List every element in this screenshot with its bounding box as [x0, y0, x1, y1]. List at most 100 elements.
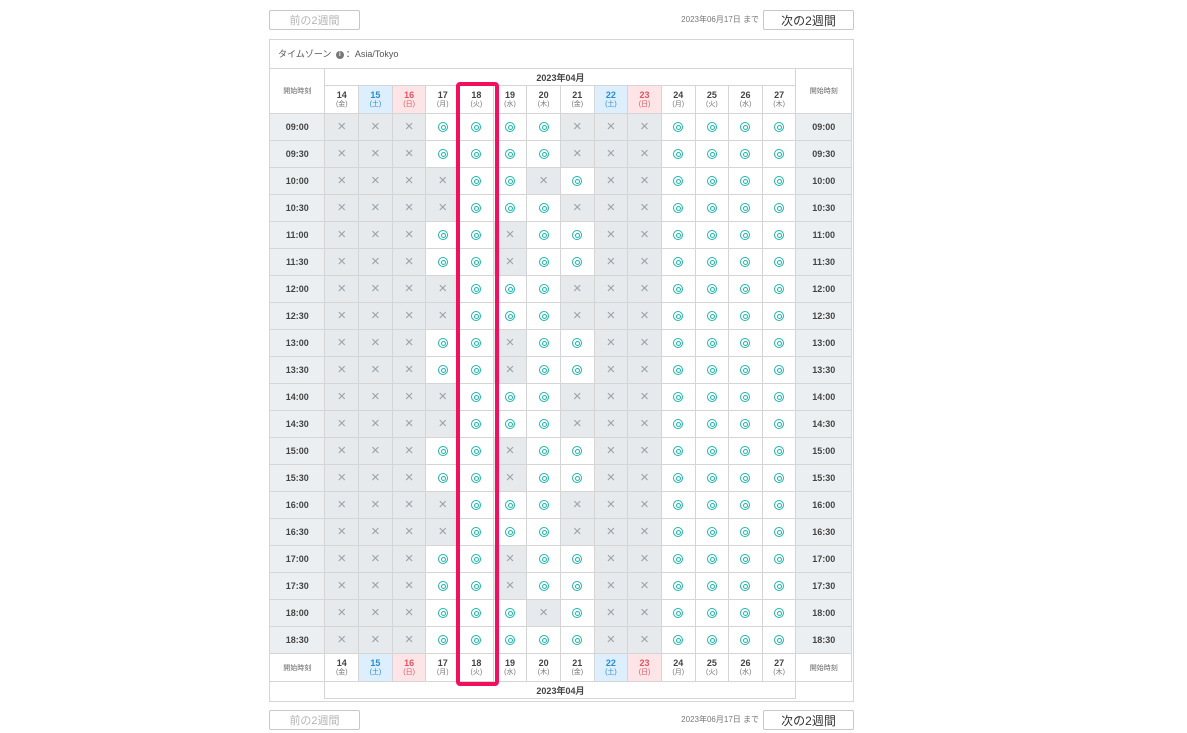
available-slot[interactable] — [526, 194, 561, 222]
available-slot[interactable] — [694, 140, 730, 168]
available-slot[interactable] — [694, 221, 730, 249]
available-slot[interactable] — [425, 140, 461, 168]
available-slot[interactable] — [728, 329, 763, 357]
available-slot[interactable] — [559, 437, 595, 465]
available-slot[interactable] — [526, 329, 561, 357]
available-slot[interactable] — [425, 599, 461, 627]
available-slot[interactable] — [694, 518, 730, 546]
available-slot[interactable] — [761, 464, 797, 492]
available-slot[interactable] — [728, 221, 763, 249]
available-slot[interactable] — [492, 518, 528, 546]
available-slot[interactable] — [728, 302, 763, 330]
available-slot[interactable] — [694, 194, 730, 222]
available-slot[interactable] — [728, 113, 763, 141]
available-slot[interactable] — [459, 302, 494, 330]
available-slot[interactable] — [492, 167, 528, 195]
available-slot[interactable] — [660, 275, 696, 303]
available-slot[interactable] — [459, 626, 494, 654]
available-slot[interactable] — [459, 437, 494, 465]
available-slot[interactable] — [526, 572, 561, 600]
available-slot[interactable] — [728, 464, 763, 492]
available-slot[interactable] — [559, 599, 595, 627]
available-slot[interactable] — [761, 437, 797, 465]
available-slot[interactable] — [526, 275, 561, 303]
prev-two-weeks-button-bottom[interactable]: 前の2週間 — [269, 710, 360, 730]
available-slot[interactable] — [761, 356, 797, 384]
available-slot[interactable] — [761, 113, 797, 141]
available-slot[interactable] — [728, 545, 763, 573]
available-slot[interactable] — [660, 464, 696, 492]
available-slot[interactable] — [761, 626, 797, 654]
available-slot[interactable] — [694, 626, 730, 654]
available-slot[interactable] — [660, 545, 696, 573]
available-slot[interactable] — [694, 383, 730, 411]
available-slot[interactable] — [660, 491, 696, 519]
available-slot[interactable] — [459, 167, 494, 195]
available-slot[interactable] — [526, 221, 561, 249]
available-slot[interactable] — [425, 572, 461, 600]
available-slot[interactable] — [526, 383, 561, 411]
available-slot[interactable] — [559, 626, 595, 654]
available-slot[interactable] — [425, 437, 461, 465]
available-slot[interactable] — [761, 248, 797, 276]
available-slot[interactable] — [761, 194, 797, 222]
available-slot[interactable] — [559, 572, 595, 600]
available-slot[interactable] — [526, 518, 561, 546]
available-slot[interactable] — [660, 140, 696, 168]
available-slot[interactable] — [459, 599, 494, 627]
available-slot[interactable] — [694, 599, 730, 627]
available-slot[interactable] — [728, 167, 763, 195]
available-slot[interactable] — [694, 545, 730, 573]
available-slot[interactable] — [526, 410, 561, 438]
available-slot[interactable] — [660, 383, 696, 411]
available-slot[interactable] — [492, 491, 528, 519]
available-slot[interactable] — [526, 302, 561, 330]
available-slot[interactable] — [728, 518, 763, 546]
available-slot[interactable] — [526, 626, 561, 654]
available-slot[interactable] — [761, 599, 797, 627]
available-slot[interactable] — [728, 491, 763, 519]
available-slot[interactable] — [728, 626, 763, 654]
available-slot[interactable] — [660, 437, 696, 465]
available-slot[interactable] — [660, 194, 696, 222]
available-slot[interactable] — [459, 410, 494, 438]
available-slot[interactable] — [459, 383, 494, 411]
available-slot[interactable] — [761, 545, 797, 573]
next-two-weeks-button[interactable]: 次の2週間 — [763, 10, 854, 30]
available-slot[interactable] — [459, 572, 494, 600]
available-slot[interactable] — [425, 545, 461, 573]
available-slot[interactable] — [492, 194, 528, 222]
available-slot[interactable] — [660, 356, 696, 384]
available-slot[interactable] — [694, 113, 730, 141]
available-slot[interactable] — [425, 248, 461, 276]
available-slot[interactable] — [526, 248, 561, 276]
available-slot[interactable] — [694, 572, 730, 600]
available-slot[interactable] — [761, 329, 797, 357]
available-slot[interactable] — [459, 518, 494, 546]
info-icon[interactable]: i — [335, 51, 344, 59]
available-slot[interactable] — [425, 113, 461, 141]
next-two-weeks-button-bottom[interactable]: 次の2週間 — [763, 710, 854, 730]
available-slot[interactable] — [526, 545, 561, 573]
available-slot[interactable] — [492, 302, 528, 330]
available-slot[interactable] — [526, 140, 561, 168]
available-slot[interactable] — [559, 221, 595, 249]
available-slot[interactable] — [728, 140, 763, 168]
available-slot[interactable] — [728, 275, 763, 303]
available-slot[interactable] — [694, 491, 730, 519]
available-slot[interactable] — [526, 491, 561, 519]
available-slot[interactable] — [559, 545, 595, 573]
available-slot[interactable] — [559, 248, 595, 276]
available-slot[interactable] — [728, 572, 763, 600]
available-slot[interactable] — [660, 248, 696, 276]
available-slot[interactable] — [459, 464, 494, 492]
available-slot[interactable] — [694, 356, 730, 384]
available-slot[interactable] — [660, 113, 696, 141]
available-slot[interactable] — [660, 329, 696, 357]
available-slot[interactable] — [459, 221, 494, 249]
available-slot[interactable] — [761, 518, 797, 546]
prev-two-weeks-button[interactable]: 前の2週間 — [269, 10, 360, 30]
available-slot[interactable] — [459, 356, 494, 384]
available-slot[interactable] — [761, 410, 797, 438]
available-slot[interactable] — [761, 275, 797, 303]
